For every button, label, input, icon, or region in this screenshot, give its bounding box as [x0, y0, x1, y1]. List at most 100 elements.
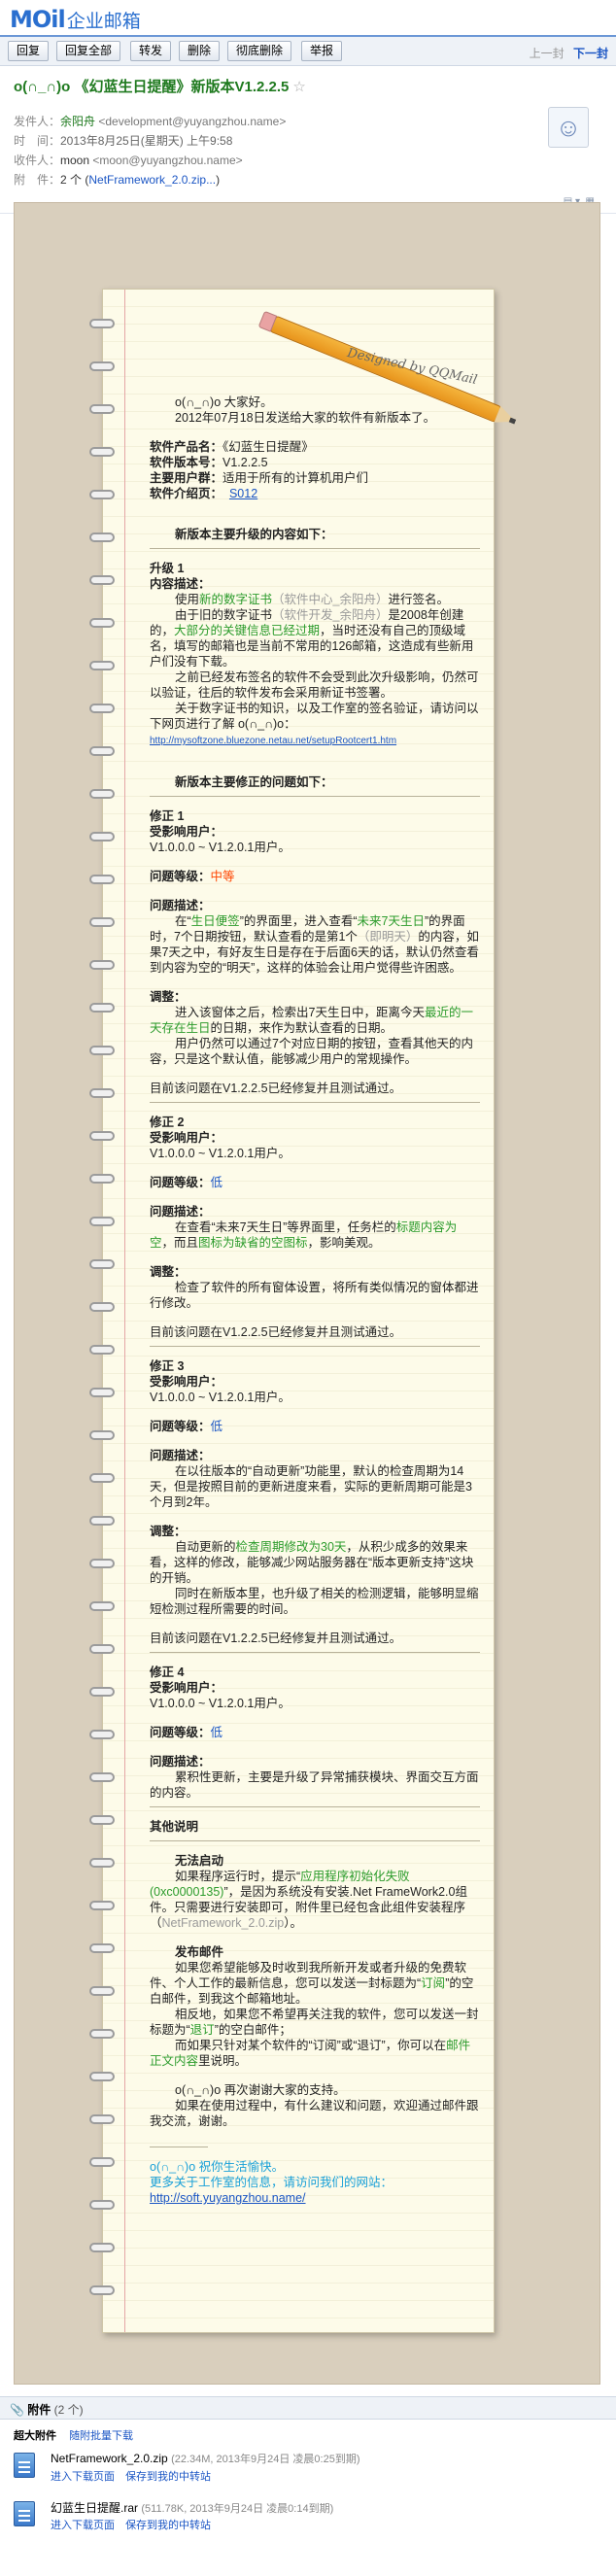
binder-ring-icon: [89, 1302, 115, 1312]
time-label: 时 间：: [14, 134, 61, 148]
binder-ring-icon: [89, 2200, 115, 2210]
binder-ring-icon: [89, 1687, 115, 1697]
to-name[interactable]: moon: [60, 154, 89, 167]
app-logo[interactable]: MOil 企业邮箱: [10, 6, 141, 33]
affected-range: V1.0.0.0 ~ V1.2.0.1用户。: [150, 1697, 291, 1710]
intro-text: 2012年07月18日发送给大家的软件有新版本了。: [175, 411, 436, 425]
fix-1-title: 修正 1: [150, 809, 185, 823]
affected-label: 受影响用户：: [150, 1131, 223, 1145]
binder-ring-icon: [89, 2157, 115, 2167]
binder-ring-icon: [89, 661, 115, 670]
users-value: 适用于所有的计算机用户们: [222, 471, 369, 485]
letter-paper: Designed by QQMail o(∩_∩)o 大家好。 2012年07月…: [89, 289, 519, 2333]
super-attachments-row: 超大附件 随附批量下载: [0, 2420, 616, 2443]
fix-3-adjust: 自动更新的检查周期修改为30天，从积少成多的效果来看，这样的修改，能够减少网站服…: [150, 1540, 474, 1585]
adjust-label: 调整：: [150, 1265, 187, 1279]
binder-ring-icon: [89, 789, 115, 799]
divider: [150, 796, 480, 797]
time-row: 时 间：2013年8月25日(星期天) 上午9:58: [14, 132, 232, 149]
cannot-start-title: 无法启动: [175, 1854, 224, 1868]
upgrade-1-p3: 之前已经发布签名的软件不会受到此次升级影响，仍然可以验证，往后的软件发布会采用新…: [150, 670, 479, 700]
reply-button[interactable]: 回复: [8, 41, 50, 61]
upgrade-1-p1: 使用新的数字证书（软件中心_余阳舟）进行签名。: [175, 593, 449, 606]
divider: [150, 1652, 480, 1653]
fix-4-title: 修正 4: [150, 1666, 185, 1679]
fix-4-level: 问题等级：低: [150, 1726, 223, 1739]
divider: [150, 1806, 480, 1807]
letter-content: o(∩_∩)o 大家好。 2012年07月18日发送给大家的软件有新版本了。 软…: [150, 395, 480, 2206]
fix-2-title: 修正 2: [150, 1116, 185, 1129]
binder-ring-icon: [89, 1901, 115, 1910]
prev-mail-link[interactable]: 上一封: [530, 47, 565, 60]
affected-label: 受影响用户：: [150, 1375, 223, 1389]
attachments-title: 附件: [27, 2403, 51, 2417]
mail-subject: o(∩_∩)o 《幻蓝生日提醒》新版本V1.2.2.5 ☆: [14, 76, 306, 96]
intro-page-link[interactable]: S012: [229, 487, 257, 500]
user-avatar-icon[interactable]: ☺: [548, 107, 589, 148]
binder-ring-icon: [89, 1046, 115, 1055]
attachment-item: 幻蓝生日提醒.rar (511.78K, 2013年9月24日 凌晨0:14到期…: [14, 2497, 602, 2540]
binder-ring-icon: [89, 1601, 115, 1611]
product-name-value: 《幻蓝生日提醒》: [222, 440, 314, 454]
attachments-count: (2 个): [53, 2403, 84, 2417]
binder-ring-icon: [89, 1174, 115, 1184]
attachment-name[interactable]: NetFramework_2.0.zip: [51, 2452, 168, 2465]
binder-ring-icon: [89, 1088, 115, 1098]
attachment-name[interactable]: 幻蓝生日提醒.rar: [51, 2501, 138, 2515]
fix-2-level: 问题等级：低: [150, 1176, 223, 1189]
attach-first-link[interactable]: NetFramework_2.0.zip...: [88, 173, 216, 187]
star-icon[interactable]: ☆: [292, 79, 305, 95]
publish-p1: 如果您希望能够及时收到我所新开发或者升级的免费软件、个人工作的最新信息，您可以发…: [150, 1961, 474, 2006]
binder-ring-icon: [89, 704, 115, 713]
attachments-header: 📎 附件 (2 个): [0, 2396, 616, 2420]
sender-name[interactable]: 余阳舟: [60, 115, 95, 128]
file-icon: [14, 2453, 35, 2478]
top-bar: MOil 企业邮箱: [0, 0, 616, 37]
binder-ring-icon: [89, 1772, 115, 1782]
binder-ring-icon: [89, 1559, 115, 1568]
fix-2-desc: 在查看“未来7天生日”等界面里，任务栏的标题内容为空，而且图标为缺省的空图标，影…: [150, 1220, 458, 1250]
report-button[interactable]: 举报: [301, 41, 343, 61]
divider: [150, 548, 480, 549]
reply-all-button[interactable]: 回复全部: [56, 41, 121, 61]
attachment-meta: (22.34M, 2013年9月24日 凌晨0:25到期): [171, 2454, 360, 2465]
batch-download-link[interactable]: 随附批量下载: [69, 2430, 133, 2442]
delete-button[interactable]: 删除: [179, 41, 221, 61]
rootcert-link[interactable]: http://mysoftzone.bluezone.netau.net/set…: [150, 736, 396, 746]
desc-label: 问题描述：: [150, 1449, 211, 1462]
fix-3-desc: 在以往版本的“自动更新”功能里，默认的检查周期为14天，但是按照目前的更新进度来…: [150, 1464, 472, 1509]
binder-ring-icon: [89, 490, 115, 499]
website-link[interactable]: http://soft.yuyangzhou.name/: [150, 2191, 306, 2205]
intro-page-label: 软件介绍页：: [150, 487, 223, 500]
fix-1-level: 问题等级：中等: [150, 870, 235, 883]
divider: [150, 1346, 480, 1347]
divider: [150, 1840, 480, 1841]
attach-count: 2 个: [60, 173, 83, 187]
attachment-name-row: 幻蓝生日提醒.rar (511.78K, 2013年9月24日 凌晨0:14到期…: [51, 2499, 333, 2516]
download-page-link[interactable]: 进入下载页面: [51, 2520, 115, 2531]
affected-label: 受影响用户：: [150, 1681, 223, 1695]
desc-label: 问题描述：: [150, 1755, 211, 1769]
forward-button[interactable]: 转发: [130, 41, 172, 61]
pager: 上一封 下一封: [530, 45, 608, 61]
product-info: 软件产品名：《幻蓝生日提醒》 软件版本号：V1.2.2.5 主要用户群：适用于所…: [150, 439, 480, 501]
cannot-start-text: 如果程序运行时，提示“应用程序初始化失败(0xc0000135)”，是因为系统没…: [150, 1870, 467, 1930]
binder-ring-icon: [89, 2243, 115, 2252]
other-title: 其他说明: [150, 1820, 199, 1834]
fix-2-adjust: 检查了软件的所有窗体设置，将所有类似情况的窗体都进行修改。: [150, 1281, 479, 1310]
attachments-panel: 📎 附件 (2 个) 超大附件 随附批量下载 NetFramework_2.0.…: [0, 2396, 616, 2576]
binder-ring-icon: [89, 319, 115, 328]
fixed-note: 目前该问题在V1.2.2.5已经修复并且测试通过。: [150, 1325, 402, 1339]
save-to-transfer-link[interactable]: 保存到我的中转站: [125, 2471, 211, 2483]
next-mail-link[interactable]: 下一封: [573, 47, 608, 60]
delete-forever-button[interactable]: 彻底删除: [227, 41, 292, 61]
desc-label: 问题描述：: [150, 1205, 211, 1219]
binder-ring-icon: [89, 1473, 115, 1483]
download-page-link[interactable]: 进入下载页面: [51, 2471, 115, 2483]
upgrade-1-desc-label: 内容描述：: [150, 577, 211, 591]
binder-ring-icon: [89, 1003, 115, 1013]
attachment-name-row: NetFramework_2.0.zip (22.34M, 2013年9月24日…: [51, 2451, 359, 2466]
thanks-text: o(∩_∩)o 再次谢谢大家的支持。: [175, 2083, 346, 2097]
mail-header: o(∩_∩)o 《幻蓝生日提醒》新版本V1.2.2.5 ☆ 发件人：余阳舟 <de…: [0, 66, 616, 214]
save-to-transfer-link[interactable]: 保存到我的中转站: [125, 2520, 211, 2531]
